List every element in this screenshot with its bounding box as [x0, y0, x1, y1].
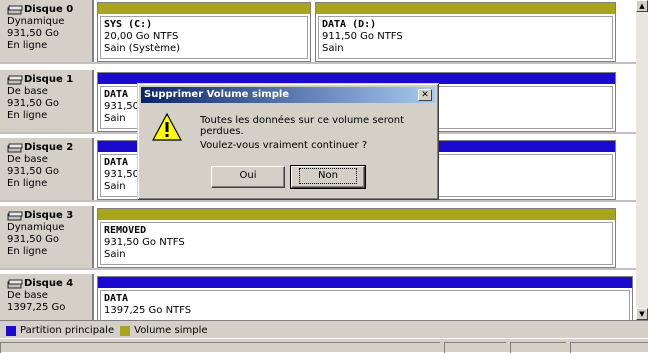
disk-icon [7, 211, 23, 221]
no-button[interactable]: Non [290, 165, 366, 189]
disk-name: Disque 4 [24, 278, 74, 289]
volume-health: Sain [104, 249, 126, 260]
dialog-titlebar[interactable]: Supprimer Volume simple ✕ [141, 87, 435, 103]
confirm-delete-dialog: Supprimer Volume simple ✕ Toutes les don… [137, 83, 439, 200]
disk-size: 1397,25 Go [7, 302, 66, 313]
disk-type: De base [7, 154, 48, 165]
disk-icon [7, 143, 23, 153]
scroll-down-button[interactable]: ▼ [636, 308, 648, 320]
disk-name: Disque 2 [24, 142, 74, 153]
primary-partition-swatch [6, 325, 16, 336]
close-button[interactable]: ✕ [418, 89, 432, 101]
volume-type-bar [316, 3, 615, 14]
disk-name: Disque 3 [24, 210, 74, 221]
volume-name: SYS (C:) [104, 19, 153, 30]
no-button-label: Non [299, 168, 357, 184]
legend-label: Volume simple [134, 325, 208, 336]
disk-name: Disque 1 [24, 74, 74, 85]
disk-label[interactable]: Disque 0 Dynamique 931,50 Go En ligne [0, 0, 94, 62]
disk-status: En ligne [7, 110, 48, 121]
status-pane [444, 342, 506, 353]
disk-icon [7, 279, 23, 289]
volume-block[interactable]: DATA (D:) 911,50 Go NTFS Sain [315, 2, 616, 62]
disk-type: De base [7, 86, 48, 97]
disk-label[interactable]: Disque 3 Dynamique 931,50 Go En ligne [0, 206, 94, 268]
disk-size: 931,50 Go [7, 166, 60, 177]
volume-block[interactable]: REMOVED 931,50 Go NTFS Sain [97, 208, 616, 268]
warning-icon [151, 112, 183, 141]
legend-item-simple: Volume simple [120, 325, 208, 336]
disk-status: En ligne [7, 178, 48, 189]
legend-item-primary: Partition principale [6, 325, 114, 336]
disk-status: En ligne [7, 246, 48, 257]
volume-type-bar [98, 277, 632, 288]
legend-label: Partition principale [20, 325, 115, 336]
volume-health: Sain (Système) [104, 43, 181, 54]
volume-block[interactable]: SYS (C:) 20,00 Go NTFS Sain (Système) [97, 2, 311, 62]
disk-type: De base [7, 290, 48, 301]
volume-block[interactable]: DATA 1397,25 Go NTFS [97, 276, 633, 320]
vertical-scrollbar[interactable]: ▲ ▼ [636, 0, 648, 320]
disk-label[interactable]: Disque 2 De base 931,50 Go En ligne [0, 138, 94, 200]
status-pane [510, 342, 566, 353]
arrow-down-icon: ▼ [639, 310, 645, 318]
disk-size: 931,50 Go [7, 98, 60, 109]
disk-type: Dynamique [7, 222, 65, 233]
status-bar [0, 338, 648, 353]
disk-size: 931,50 Go [7, 234, 60, 245]
volume-name: REMOVED [104, 225, 147, 236]
volume-detail: 931,50 Go NTFS [104, 237, 185, 248]
volume-health: Sain [322, 43, 344, 54]
volume-name: DATA (D:) [322, 19, 377, 30]
simple-volume-swatch [120, 325, 131, 336]
status-pane [570, 342, 648, 353]
disk-icon [7, 5, 23, 15]
disk-icon [7, 75, 23, 85]
disk-row: Disque 0 Dynamique 931,50 Go En ligne SY… [0, 0, 636, 64]
volume-type-bar [98, 209, 615, 220]
close-icon: ✕ [421, 90, 429, 100]
volume-detail: 911,50 Go NTFS [322, 31, 403, 42]
volume-detail: 1397,25 Go NTFS [104, 305, 192, 316]
disk-status: En ligne [7, 40, 48, 51]
scroll-up-button[interactable]: ▲ [636, 0, 648, 12]
disk-row: Disque 3 Dynamique 931,50 Go En ligne RE… [0, 206, 636, 270]
dialog-title: Supprimer Volume simple [144, 89, 290, 100]
disk-name: Disque 0 [24, 4, 74, 15]
disk-size: 931,50 Go [7, 28, 60, 39]
yes-button[interactable]: Oui [211, 166, 285, 188]
legend: Partition principale Volume simple [0, 320, 648, 338]
disk-type: Dynamique [7, 16, 65, 27]
status-pane [0, 342, 440, 353]
volume-type-bar [98, 3, 310, 14]
disk-label[interactable]: Disque 4 De base 1397,25 Go [0, 274, 94, 320]
volume-detail: 20,00 Go NTFS [104, 31, 179, 42]
dialog-question: Voulez-vous vraiment continuer ? [200, 140, 368, 151]
dialog-message: Toutes les données sur ce volume seront … [200, 115, 405, 137]
arrow-up-icon: ▲ [639, 2, 645, 10]
yes-button-label: Oui [239, 170, 257, 181]
disk-row: Disque 4 De base 1397,25 Go DATA 1397,25… [0, 274, 636, 320]
volume-name: DATA [104, 293, 129, 304]
disk-label[interactable]: Disque 1 De base 931,50 Go En ligne [0, 70, 94, 132]
